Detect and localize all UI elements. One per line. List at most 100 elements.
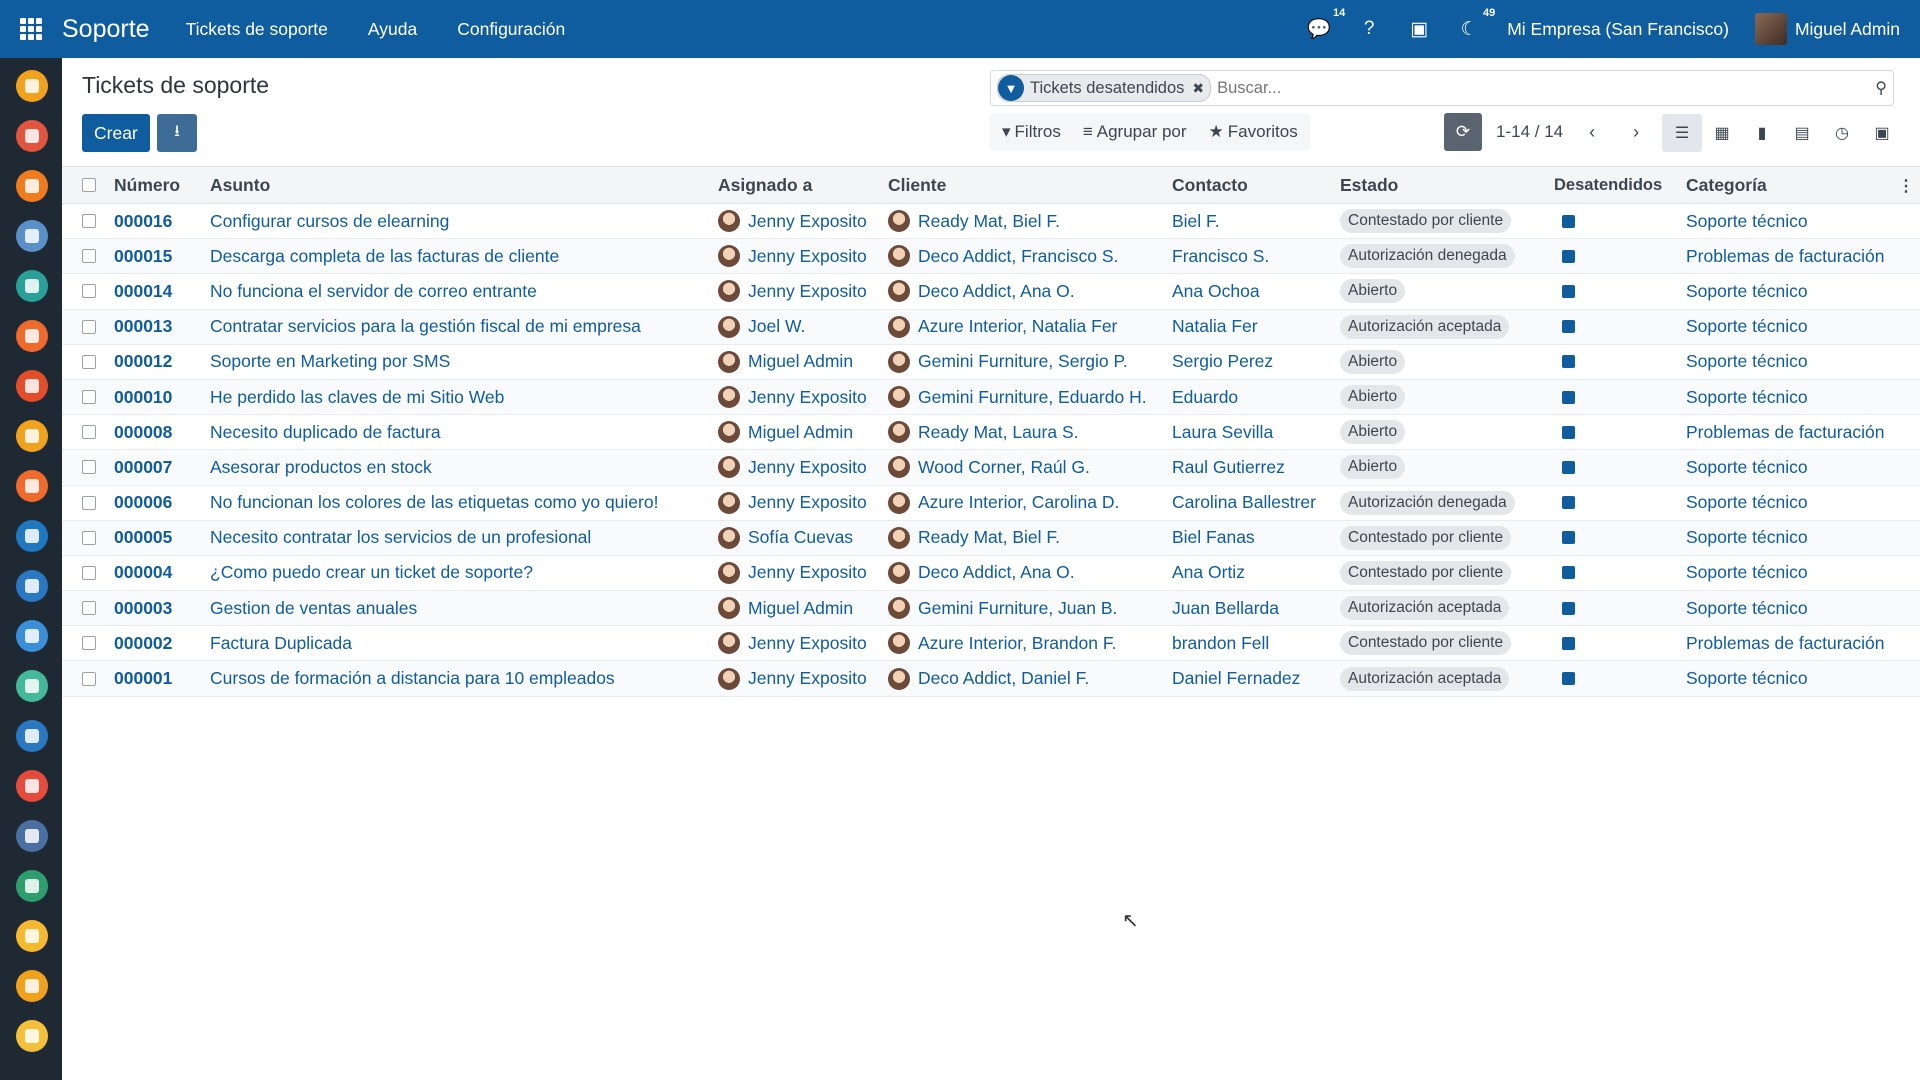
assigned-user[interactable]: Jenny Exposito xyxy=(748,387,867,408)
header-number[interactable]: Número xyxy=(104,175,202,196)
list-view-icon[interactable]: ☰ xyxy=(1662,114,1702,152)
sidebar-app-icon[interactable] xyxy=(16,120,48,152)
client-name[interactable]: Deco Addict, Daniel F. xyxy=(918,668,1089,689)
assigned-user[interactable]: Jenny Exposito xyxy=(748,562,867,583)
row-checkbox[interactable] xyxy=(82,636,96,651)
calendar-view-icon[interactable]: ▣ xyxy=(1862,114,1902,152)
assigned-user[interactable]: Miguel Admin xyxy=(748,351,853,372)
row-checkbox[interactable] xyxy=(82,671,96,686)
row-checkbox[interactable] xyxy=(82,319,96,334)
table-row[interactable]: 000008 Necesito duplicado de factura Migue… xyxy=(62,415,1920,451)
cell-category[interactable]: Soporte técnico xyxy=(1678,457,1908,478)
cell-contact[interactable]: Francisco S. xyxy=(1164,246,1332,267)
cell-category[interactable]: Soporte técnico xyxy=(1678,351,1908,372)
apps-menu-icon[interactable] xyxy=(0,0,62,58)
assigned-user[interactable]: Jenny Exposito xyxy=(748,668,867,689)
ticket-number[interactable]: 000010 xyxy=(114,387,172,407)
ticket-number[interactable]: 000005 xyxy=(114,527,172,547)
row-checkbox[interactable] xyxy=(82,565,96,580)
refresh-icon[interactable]: ⟳ xyxy=(1444,113,1482,151)
client-name[interactable]: Gemini Furniture, Eduardo H. xyxy=(918,387,1147,408)
pager-value[interactable]: 1-14 / 14 xyxy=(1496,122,1563,142)
contacts-icon[interactable]: ▣ xyxy=(1407,17,1431,41)
assigned-user[interactable]: Jenny Exposito xyxy=(748,281,867,302)
cell-contact[interactable]: Biel F. xyxy=(1164,211,1332,232)
cell-category[interactable]: Soporte técnico xyxy=(1678,527,1908,548)
menu-item-help[interactable]: Ayuda xyxy=(368,19,417,40)
cell-category[interactable]: Soporte técnico xyxy=(1678,211,1908,232)
filters-dropdown[interactable]: ▾ Filtros xyxy=(1002,122,1061,142)
cell-contact[interactable]: Daniel Fernadez xyxy=(1164,668,1332,689)
download-icon[interactable]: ⭳ xyxy=(157,114,197,152)
sidebar-app-icon[interactable] xyxy=(16,220,48,252)
client-name[interactable]: Ready Mat, Biel F. xyxy=(918,527,1060,548)
select-all-checkbox[interactable] xyxy=(82,178,96,192)
cell-subject[interactable]: Contratar servicios para la gestión fisc… xyxy=(202,316,710,337)
sidebar-app-icon[interactable] xyxy=(16,370,48,402)
ticket-number[interactable]: 000002 xyxy=(114,633,172,653)
chevron-right-icon[interactable]: › xyxy=(1621,122,1651,143)
ticket-number[interactable]: 000015 xyxy=(114,246,172,266)
cell-contact[interactable]: Eduardo xyxy=(1164,387,1332,408)
app-brand[interactable]: Soporte xyxy=(62,15,150,44)
cell-subject[interactable]: ¿Como puedo crear un ticket de soporte? xyxy=(202,562,710,583)
sidebar-app-icon[interactable] xyxy=(16,520,48,552)
header-state[interactable]: Estado xyxy=(1332,175,1548,196)
cell-subject[interactable]: Necesito duplicado de factura xyxy=(202,422,710,443)
ticket-number[interactable]: 000007 xyxy=(114,457,172,477)
ticket-number[interactable]: 000004 xyxy=(114,562,172,582)
favorites-dropdown[interactable]: ★ Favoritos xyxy=(1209,122,1298,142)
table-row[interactable]: 000015 Descarga completa de las facturas … xyxy=(62,239,1920,275)
create-button[interactable]: Crear xyxy=(82,114,150,152)
sidebar-app-icon[interactable] xyxy=(16,170,48,202)
search-icon[interactable]: ⚲ xyxy=(1875,78,1887,98)
cell-contact[interactable]: Biel Fanas xyxy=(1164,527,1332,548)
client-name[interactable]: Azure Interior, Brandon F. xyxy=(918,633,1116,654)
chat-icon[interactable]: 💬 14 xyxy=(1307,7,1345,41)
assigned-user[interactable]: Jenny Exposito xyxy=(748,633,867,654)
cell-category[interactable]: Soporte técnico xyxy=(1678,492,1908,513)
ticket-number[interactable]: 000006 xyxy=(114,492,172,512)
cell-category[interactable]: Soporte técnico xyxy=(1678,598,1908,619)
pivot-view-icon[interactable]: ▤ xyxy=(1782,114,1822,152)
table-row[interactable]: 000006 No funcionan los colores de las et… xyxy=(62,486,1920,521)
cell-category[interactable]: Soporte técnico xyxy=(1678,562,1908,583)
cell-subject[interactable]: Descarga completa de las facturas de cli… xyxy=(202,246,710,267)
sidebar-app-icon[interactable] xyxy=(16,870,48,902)
sidebar-app-icon[interactable] xyxy=(16,70,48,102)
client-name[interactable]: Azure Interior, Carolina D. xyxy=(918,492,1119,513)
cell-contact[interactable]: brandon Fell xyxy=(1164,633,1332,654)
client-name[interactable]: Azure Interior, Natalia Fer xyxy=(918,316,1117,337)
sidebar-app-icon[interactable] xyxy=(16,720,48,752)
row-checkbox[interactable] xyxy=(82,530,96,545)
sidebar-app-icon[interactable] xyxy=(16,1020,48,1052)
ticket-number[interactable]: 000016 xyxy=(114,211,172,231)
cell-subject[interactable]: Cursos de formación a distancia para 10 … xyxy=(202,668,710,689)
activity-icon[interactable]: ☾ 49 xyxy=(1457,7,1496,41)
sidebar-app-icon[interactable] xyxy=(16,420,48,452)
assigned-user[interactable]: Jenny Exposito xyxy=(748,457,867,478)
table-row[interactable]: 000001 Cursos de formación a distancia pa… xyxy=(62,661,1920,697)
header-contact[interactable]: Contacto xyxy=(1164,175,1332,196)
cell-subject[interactable]: No funciona el servidor de correo entran… xyxy=(202,281,710,302)
cell-subject[interactable]: Configurar cursos de elearning xyxy=(202,211,710,232)
assigned-user[interactable]: Jenny Exposito xyxy=(748,211,867,232)
sidebar-app-icon[interactable] xyxy=(16,470,48,502)
assigned-user[interactable]: Miguel Admin xyxy=(748,598,853,619)
cell-subject[interactable]: Factura Duplicada xyxy=(202,633,710,654)
table-row[interactable]: 000005 Necesito contratar los servicios d… xyxy=(62,520,1920,556)
sidebar-app-icon[interactable] xyxy=(16,320,48,352)
assigned-user[interactable]: Jenny Exposito xyxy=(748,492,867,513)
cell-contact[interactable]: Carolina Ballestrer xyxy=(1164,492,1332,513)
cell-category[interactable]: Soporte técnico xyxy=(1678,281,1908,302)
table-row[interactable]: 000004 ¿Como puedo crear un ticket de sop… xyxy=(62,556,1920,592)
client-name[interactable]: Gemini Furniture, Juan B. xyxy=(918,598,1117,619)
cell-subject[interactable]: No funcionan los colores de las etiqueta… xyxy=(202,492,710,513)
row-checkbox[interactable] xyxy=(82,214,96,229)
client-name[interactable]: Ready Mat, Laura S. xyxy=(918,422,1079,443)
table-row[interactable]: 000013 Contratar servicios para la gestió… xyxy=(62,309,1920,345)
client-name[interactable]: Gemini Furniture, Sergio P. xyxy=(918,351,1128,372)
client-name[interactable]: Wood Corner, Raúl G. xyxy=(918,457,1090,478)
sidebar-app-icon[interactable] xyxy=(16,620,48,652)
header-unattended[interactable]: Desatendidos xyxy=(1548,176,1678,195)
